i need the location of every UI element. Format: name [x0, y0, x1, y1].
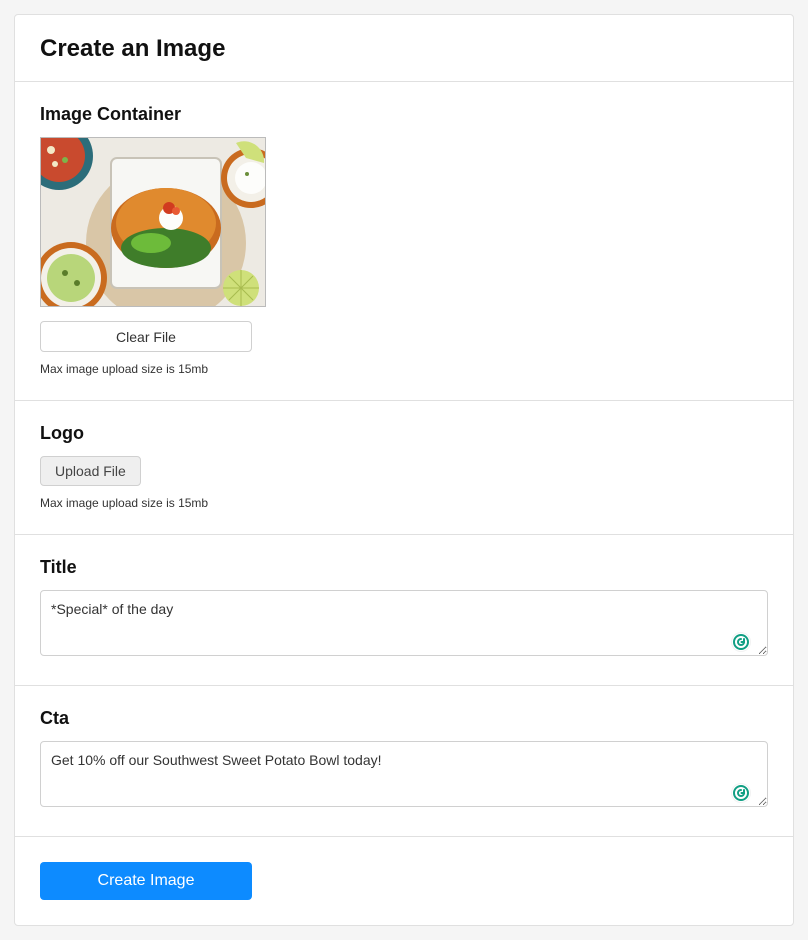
title-label: Title	[40, 557, 768, 578]
logo-helper-text: Max image upload size is 15mb	[40, 496, 768, 510]
cta-input[interactable]	[40, 741, 768, 807]
cta-section: Cta	[15, 686, 793, 837]
grammarly-icon[interactable]	[732, 633, 750, 651]
create-image-button[interactable]: Create Image	[40, 862, 252, 900]
cta-label: Cta	[40, 708, 768, 729]
food-photo-icon	[41, 138, 265, 306]
create-image-form: Create an Image Image Container	[14, 14, 794, 926]
image-preview[interactable]	[40, 137, 266, 307]
title-section: Title	[15, 535, 793, 686]
form-header: Create an Image	[15, 15, 793, 82]
clear-file-button[interactable]: Clear File	[40, 321, 252, 352]
logo-label: Logo	[40, 423, 768, 444]
image-helper-text: Max image upload size is 15mb	[40, 362, 768, 376]
grammarly-icon[interactable]	[732, 784, 750, 802]
image-container-label: Image Container	[40, 104, 768, 125]
title-input[interactable]	[40, 590, 768, 656]
form-footer: Create Image	[15, 837, 793, 925]
upload-file-button[interactable]: Upload File	[40, 456, 141, 486]
logo-section: Logo Upload File Max image upload size i…	[15, 401, 793, 535]
image-container-section: Image Container	[15, 82, 793, 401]
page-title: Create an Image	[40, 35, 768, 63]
